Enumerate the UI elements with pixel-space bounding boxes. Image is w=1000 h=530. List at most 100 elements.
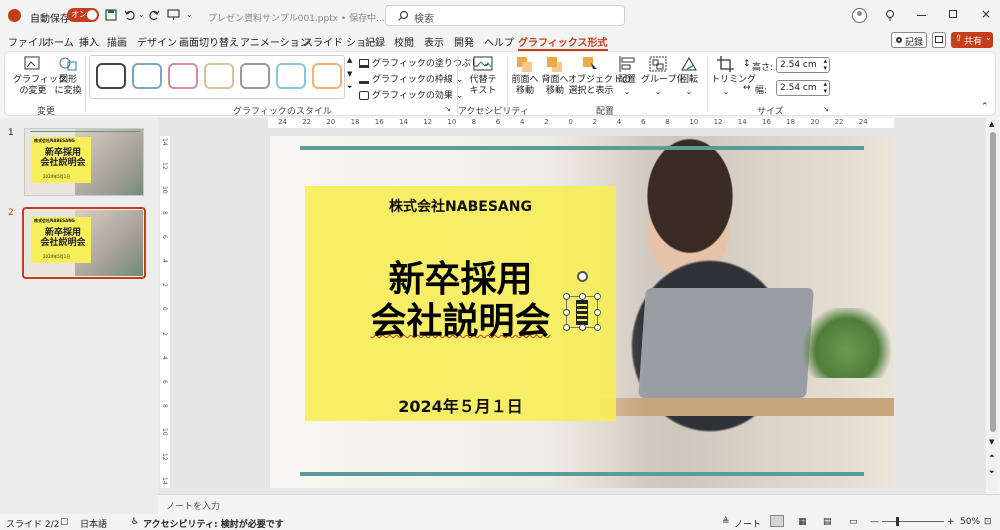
record-button[interactable]: 記録 bbox=[891, 32, 927, 48]
gallery-up-icon[interactable]: ▲ bbox=[347, 56, 352, 64]
zoom-in-icon[interactable]: + bbox=[947, 517, 955, 527]
minimize-icon[interactable] bbox=[917, 15, 926, 16]
graphic-style-2[interactable] bbox=[132, 63, 162, 89]
graphic-style-3[interactable] bbox=[168, 63, 198, 89]
resize-handle-tl[interactable] bbox=[563, 293, 570, 300]
comments-button[interactable] bbox=[932, 32, 946, 48]
undo-dropdown-icon[interactable]: ⌄ bbox=[138, 10, 145, 19]
resize-handle-ml[interactable] bbox=[563, 309, 570, 316]
notes-toggle-button[interactable]: ノート bbox=[734, 517, 761, 530]
tab-design[interactable]: デザイン bbox=[137, 34, 177, 49]
crop-button[interactable]: トリミング ⌄ bbox=[711, 55, 756, 97]
bring-forward-button[interactable]: 前面へ 移動 bbox=[509, 55, 541, 97]
notes-pane[interactable]: ノートを入力 bbox=[158, 494, 1000, 514]
alt-text-button[interactable]: 代替テ キスト bbox=[464, 55, 502, 97]
prev-slide-icon[interactable]: ⏶ bbox=[989, 452, 995, 461]
qat-more-icon[interactable]: ⌄ bbox=[186, 10, 193, 19]
tab-record[interactable]: 記録 bbox=[365, 34, 385, 49]
normal-view-icon[interactable] bbox=[770, 515, 784, 527]
selection-pane-button[interactable]: オブジェクトの 選択と表示 bbox=[568, 55, 631, 97]
tab-insert[interactable]: 挿入 bbox=[79, 34, 99, 49]
thumb-company: 株式会社NABESANG bbox=[34, 138, 75, 143]
change-graphic-button[interactable]: グラフィック の変更 bbox=[13, 55, 67, 97]
spellcheck-icon[interactable]: ▢ bbox=[60, 517, 69, 527]
size-dialog-launcher-icon[interactable]: ↘ bbox=[823, 105, 829, 113]
share-button[interactable]: ⇧ 共有 ⌄ bbox=[951, 32, 993, 48]
language-label[interactable]: 日本語 bbox=[80, 517, 107, 530]
toggle-knob bbox=[87, 10, 97, 20]
scroll-up-icon[interactable]: ▲ bbox=[989, 120, 994, 128]
send-backward-button[interactable]: 背面へ 移動 bbox=[539, 55, 571, 97]
resize-handle-mr[interactable] bbox=[594, 309, 601, 316]
zoom-out-icon[interactable]: — bbox=[870, 517, 879, 527]
slide-thumbnail-1[interactable]: 株式会社NABESANG 新卒採用 会社説明会 2024年5月1日 bbox=[24, 128, 144, 196]
graphic-outline-button[interactable]: グラフィックの枠線 ⌄ bbox=[359, 72, 463, 85]
rotate-handle-icon[interactable] bbox=[577, 271, 588, 282]
graphic-style-4[interactable] bbox=[204, 63, 234, 89]
width-spin-icon[interactable]: ▴ ▾ bbox=[823, 81, 827, 95]
vertical-scrollbar[interactable]: ▲ ▼ ⏶ ⏷ bbox=[988, 120, 998, 492]
fit-to-window-icon[interactable]: ⊡ bbox=[984, 517, 992, 527]
gallery-down-icon[interactable]: ▼ bbox=[347, 70, 352, 78]
group-button[interactable]: グループ化 ⌄ bbox=[641, 55, 685, 97]
height-spin-icon[interactable]: ▴ ▾ bbox=[823, 58, 827, 72]
fill-bucket-icon bbox=[359, 59, 369, 68]
tab-animations[interactable]: アニメーション bbox=[240, 34, 310, 49]
account-avatar[interactable] bbox=[852, 8, 867, 23]
tab-draw[interactable]: 描画 bbox=[107, 34, 127, 49]
next-slide-icon[interactable]: ⏷ bbox=[989, 468, 995, 477]
graphic-style-1[interactable] bbox=[96, 63, 126, 89]
resize-handle-mt[interactable] bbox=[579, 293, 586, 300]
tab-review[interactable]: 校閲 bbox=[394, 34, 414, 49]
tab-developer[interactable]: 開発 bbox=[454, 34, 474, 49]
zoom-percent[interactable]: 50% bbox=[960, 517, 980, 527]
graphic-effect-button[interactable]: グラフィックの効果 ⌄ bbox=[359, 88, 463, 101]
resize-handle-mb[interactable] bbox=[579, 324, 586, 331]
title-dropdown-icon[interactable]: ⌄ bbox=[365, 10, 372, 19]
powerpoint-logo-icon bbox=[8, 9, 21, 22]
ruler-tick-label: 8 bbox=[665, 118, 670, 126]
width-input[interactable]: 2.54 cm ▴ ▾ bbox=[776, 80, 830, 96]
slide-sorter-icon[interactable]: ▦ bbox=[798, 517, 807, 527]
graphic-style-5[interactable] bbox=[240, 63, 270, 89]
slide-thumbnail-2[interactable]: 株式会社NABESANG 新卒採用 会社説明会 2024年5月1日 bbox=[22, 207, 146, 279]
tab-transitions[interactable]: 画面切り替え bbox=[179, 34, 239, 49]
accessibility-status[interactable]: アクセシビリティ: 検討が必要です bbox=[143, 517, 284, 530]
scroll-down-icon[interactable]: ▼ bbox=[989, 438, 994, 446]
rotate-button[interactable]: 回転 ⌄ bbox=[675, 55, 703, 97]
restore-icon[interactable] bbox=[949, 10, 957, 18]
tab-help[interactable]: ヘルプ bbox=[484, 34, 514, 49]
tab-home[interactable]: ホーム bbox=[44, 34, 74, 49]
gallery-more-icon[interactable]: ⏷ bbox=[347, 83, 353, 92]
resize-handle-br[interactable] bbox=[594, 324, 601, 331]
close-icon[interactable]: × bbox=[981, 7, 991, 21]
graphic-style-7[interactable] bbox=[312, 63, 342, 89]
lightbulb-icon[interactable] bbox=[885, 9, 895, 22]
slide-canvas[interactable]: 株式会社NABESANG 新卒採用 会社説明会 2024年５月１日 bbox=[270, 136, 894, 488]
zoom-slider[interactable] bbox=[882, 517, 944, 526]
align-button[interactable]: 配置 ⌄ bbox=[613, 55, 641, 97]
graphic-style-6[interactable] bbox=[276, 63, 306, 89]
undo-icon[interactable] bbox=[124, 9, 136, 21]
scroll-thumb[interactable] bbox=[990, 132, 996, 432]
slideshow-icon[interactable]: ▭ bbox=[849, 517, 858, 527]
resize-handle-tr[interactable] bbox=[594, 293, 601, 300]
group-label-size: サイズ bbox=[757, 107, 784, 117]
redo-icon[interactable] bbox=[148, 9, 160, 21]
save-icon[interactable] bbox=[105, 9, 117, 21]
presentation-icon[interactable] bbox=[167, 9, 180, 21]
selected-graphic[interactable] bbox=[563, 271, 601, 331]
tab-file[interactable]: ファイル bbox=[8, 34, 48, 49]
tab-view[interactable]: 表示 bbox=[424, 34, 444, 49]
height-input[interactable]: 2.54 cm ▴ ▾ bbox=[776, 57, 830, 73]
convert-to-shape-button[interactable]: 図形 に変換 bbox=[53, 55, 83, 97]
zoom-slider-thumb[interactable] bbox=[896, 517, 899, 526]
collapse-ribbon-icon[interactable]: ⌃ bbox=[981, 102, 989, 112]
width-value: 2.54 cm bbox=[780, 83, 817, 93]
styles-dialog-launcher-icon[interactable]: ↘ bbox=[445, 105, 451, 113]
reading-view-icon[interactable]: ▤ bbox=[823, 517, 832, 527]
search-box[interactable]: 検索 bbox=[385, 5, 625, 26]
tab-graphics-format[interactable]: グラフィックス形式 bbox=[518, 34, 608, 51]
autosave-toggle[interactable]: オン bbox=[67, 8, 99, 22]
resize-handle-bl[interactable] bbox=[563, 324, 570, 331]
